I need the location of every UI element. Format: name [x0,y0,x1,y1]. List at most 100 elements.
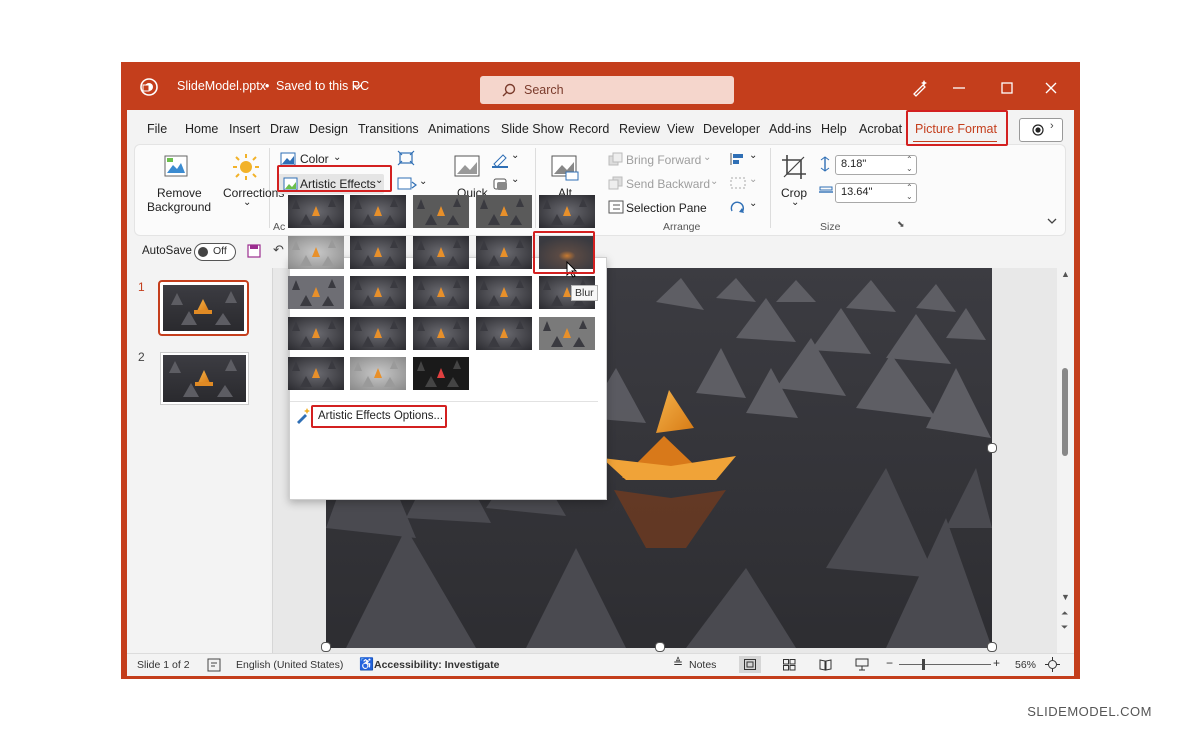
slide-thumbnail-1[interactable] [158,280,249,336]
previous-slide-icon[interactable]: ⏶ [1061,608,1068,619]
selection-pane-icon[interactable] [608,200,624,214]
tab-acrobat[interactable]: Acrobat [859,122,902,136]
tab-review[interactable]: Review [619,122,660,136]
minimize-icon[interactable] [953,86,965,90]
effect-thumbnail[interactable] [350,276,406,309]
chevron-down-icon[interactable]: ⌄ [749,150,757,161]
chevron-down-icon[interactable]: ⌄ [511,174,519,185]
tab-add-ins[interactable]: Add-ins [769,122,811,136]
notes-button[interactable]: Notes [689,659,716,671]
slide-thumbnail-2[interactable] [160,352,249,405]
chevron-down-icon[interactable]: ⌄ [419,176,427,187]
color-icon[interactable] [280,152,296,166]
picture-effects-icon[interactable] [491,176,509,192]
effect-thumbnail[interactable] [413,357,469,390]
search-box[interactable]: Search [480,76,734,104]
tab-view[interactable]: View [667,122,694,136]
tab-home[interactable]: Home [185,122,218,136]
slideshow-icon[interactable] [855,658,869,672]
slide-sorter-icon[interactable] [783,659,796,671]
undo-icon[interactable]: ↶ [273,242,284,258]
spinner-icon[interactable]: ⌃ ⌄ [906,155,913,173]
chevron-down-icon[interactable]: ⌄ [791,197,799,208]
tab-design[interactable]: Design [309,122,348,136]
height-input[interactable]: 8.18" ⌃ ⌄ [835,155,917,175]
change-picture-icon[interactable] [397,176,417,192]
rotate-icon[interactable] [729,200,747,214]
effect-thumbnail[interactable] [539,195,595,228]
effect-thumbnail[interactable] [288,276,344,309]
fit-to-window-icon[interactable] [1045,657,1060,672]
zoom-slider[interactable] [899,664,991,665]
chevron-down-icon[interactable]: ⌄ [749,174,757,185]
normal-view-button[interactable] [739,656,761,673]
scroll-down-icon[interactable]: ▼ [1061,592,1070,602]
effect-thumbnail[interactable] [288,195,344,228]
record-button[interactable]: › [1019,118,1063,142]
resize-handle[interactable] [655,642,665,652]
chevron-down-icon[interactable]: ⌄ [333,152,341,163]
tab-transitions[interactable]: Transitions [358,122,419,136]
next-slide-icon[interactable]: ⏷ [1061,622,1068,633]
align-icon[interactable] [729,152,747,166]
dialog-launcher-icon[interactable]: ⬊ [897,219,905,230]
effect-thumbnail[interactable] [350,357,406,390]
collapse-ribbon-icon[interactable] [1047,217,1057,225]
effect-thumbnail[interactable] [288,236,344,269]
quick-styles-icon[interactable] [453,154,483,182]
spinner-icon[interactable]: ⌃ ⌄ [906,183,913,201]
effect-thumbnail[interactable] [476,236,532,269]
language-indicator[interactable]: English (United States) [236,659,343,671]
effect-thumbnail[interactable] [539,317,595,350]
designer-pen-icon[interactable] [911,79,929,97]
resize-handle[interactable] [987,443,997,453]
corrections-sun-icon[interactable] [231,152,261,182]
effect-thumbnail[interactable] [413,317,469,350]
zoom-slider-thumb[interactable] [922,659,925,670]
effect-thumbnail[interactable] [413,236,469,269]
autosave-toggle[interactable]: Off [194,243,236,261]
effect-thumbnail[interactable] [288,317,344,350]
tab-record[interactable]: Record [569,122,609,136]
effect-thumbnail[interactable] [476,317,532,350]
scroll-up-icon[interactable]: ▲ [1061,269,1070,279]
resize-handle[interactable] [321,642,331,652]
tab-insert[interactable]: Insert [229,122,260,136]
reading-view-icon[interactable] [819,659,832,671]
notes-icon[interactable]: ≜ [673,656,683,670]
close-icon[interactable] [1045,82,1057,94]
group-objects-icon[interactable] [729,176,747,190]
tab-file[interactable]: File [147,122,167,136]
tab-animations[interactable]: Animations [428,122,490,136]
tab-developer[interactable]: Developer [703,122,760,136]
remove-background-icon[interactable] [163,153,191,181]
spelling-check-icon[interactable] [207,658,221,672]
chevron-down-icon[interactable] [352,83,362,91]
scrollbar-thumb[interactable] [1062,368,1068,456]
accessibility-status[interactable]: Accessibility: Investigate [374,659,499,671]
remove-background-label-2[interactable]: Background [147,200,211,214]
chevron-down-icon[interactable]: ⌄ [749,198,757,209]
tab-help[interactable]: Help [821,122,847,136]
width-input[interactable]: 13.64" ⌃ ⌄ [835,183,917,203]
effect-thumbnail[interactable] [350,195,406,228]
effect-thumbnail[interactable] [413,195,469,228]
vertical-scrollbar[interactable]: ▲ ▼ ⏶ ⏷ [1057,268,1074,653]
save-icon[interactable] [247,244,261,258]
alt-text-icon[interactable] [550,154,580,182]
chevron-down-icon[interactable]: ⌄ [511,150,519,161]
zoom-level[interactable]: 56% [1015,659,1036,671]
effect-thumbnail[interactable] [350,236,406,269]
crop-icon[interactable] [780,153,808,181]
chevron-down-icon[interactable]: ⌄ [243,197,251,208]
remove-background-label-1[interactable]: Remove [157,186,202,200]
picture-border-icon[interactable] [491,152,509,168]
maximize-icon[interactable] [1001,82,1013,94]
tab-draw[interactable]: Draw [270,122,299,136]
zoom-in-icon[interactable]: + [993,656,1000,670]
color-button[interactable]: Color [300,152,329,166]
accessibility-icon[interactable]: ♿ [359,657,374,671]
corrections-label[interactable]: Corrections [223,186,284,200]
effect-thumbnail[interactable] [476,276,532,309]
effect-thumbnail[interactable] [413,276,469,309]
